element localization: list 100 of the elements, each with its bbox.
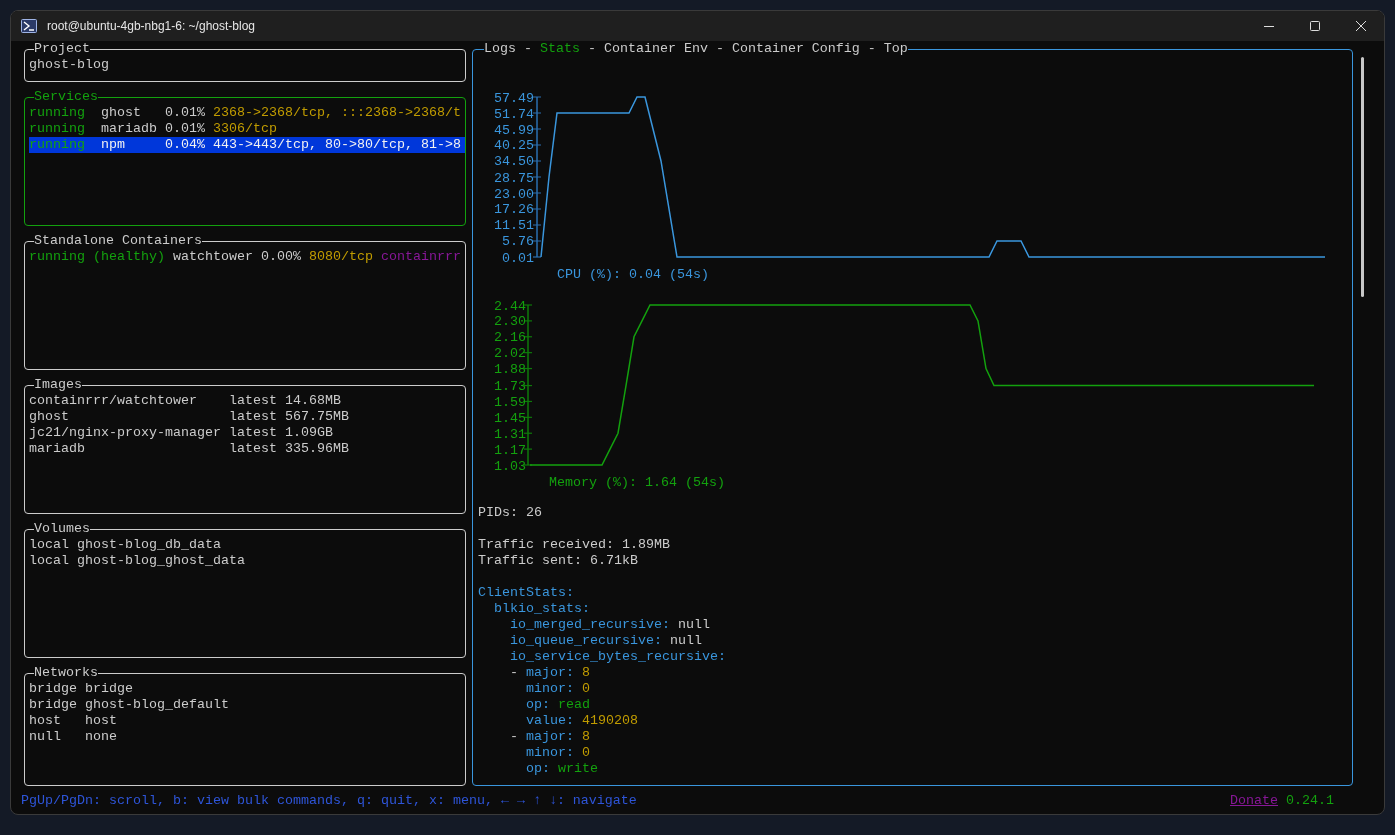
status-text: running (healthy) [29,249,165,265]
image-size: 14.68MB [284,393,341,409]
yaml-key: major: [525,665,574,681]
tick-label: 2.02 [494,346,526,362]
image-tag: latest [228,393,285,409]
network-driver: null [29,729,62,745]
yaml-value: 0 [581,681,590,697]
image-tag: latest [228,441,285,457]
status-text: running [29,121,86,137]
yaml-key: value: [525,713,574,729]
network-name: host [85,713,117,729]
key-hints: PgUp/PgDn: scroll, b: view bulk commands, q: quit, x: menu, ← → ↑ ↓: navigate [21,793,637,809]
status-text: running [29,105,86,121]
minimize-icon [1264,25,1274,27]
tick-label: 51.74 [494,106,534,122]
yaml-key: op: [525,697,550,713]
tick-label: 34.50 [494,154,534,170]
yaml-value: write [557,761,598,777]
image-name: ghost [29,409,70,425]
tick-label: 1.03 [494,458,526,474]
tick-label: 1.59 [494,394,526,410]
project-name: ghost-blog [29,57,110,73]
image-size: 1.09GB [284,425,333,441]
image-name: jc21/nginx-proxy-manager [29,425,222,441]
cpu-usage: 0.00% [260,249,301,265]
port-list: 8080/tcp [308,249,373,265]
yaml-value: read [557,697,590,713]
service-name: ghost [100,105,142,121]
list-marker: - [510,665,519,681]
image-tag: latest [228,425,285,441]
panel-title: Project [34,41,90,57]
cpu-usage: 0.01% [164,105,206,121]
yaml-key: minor: [525,681,574,697]
service-row[interactable]: running ghost 0.01% 2368->2368/tcp, :::2368->2368/t [29,105,465,121]
service-row[interactable]: running npm 0.04% 443->443/tcp, 80->80/tcp, 81->8 [29,137,465,153]
yaml-key: ClientStats: [478,585,574,601]
version-text: 0.24.1 [1286,793,1334,809]
yaml-key: blkio_stats: [494,601,590,617]
volume-driver: local [29,537,70,553]
network-driver: host [29,713,62,729]
tick-label: 2.16 [494,330,526,346]
tick-label: 1.17 [494,442,526,458]
volume-driver: local [29,553,70,569]
tab-separator: - [867,41,876,57]
image-tag: latest [228,409,285,425]
yaml-value: 4190208 [581,713,638,729]
tick-label: 2.30 [494,314,526,330]
tick-label: 45.99 [494,122,534,138]
yaml-value: 0 [581,745,590,761]
tab[interactable]: Container Config [731,41,860,57]
network-name: ghost-blog_default [85,697,229,713]
tick-label: 0.01 [502,250,534,266]
volume-name: ghost-blog_ghost_data [77,553,245,569]
service-name: npm [100,137,126,153]
cpu-usage: 0.01% [164,121,206,137]
scrollbar-thumb[interactable] [1361,57,1364,297]
yaml-key: major: [525,729,574,745]
port-list: 443->443/tcp, 80->80/tcp, 81->8 [212,137,461,153]
tick-label: 1.45 [494,410,526,426]
yaml-value: 8 [581,729,590,745]
window-title: root@ubuntu-4gb-nbg1-6: ~/ghost-blog [47,18,255,35]
tick-label: 28.75 [494,170,534,186]
status-text: running [29,137,86,153]
service-name: mariadb [100,121,158,137]
volume-name: ghost-blog_db_data [77,537,221,553]
yaml-key: minor: [525,745,574,761]
service-row[interactable]: running mariadb 0.01% 3306/tcp [29,121,465,137]
chart-title: CPU (%): 0.04 (54s) [557,266,709,281]
network-name: none [85,729,117,745]
yaml-key: io_service_bytes_recursive: [510,649,726,665]
stat-text: PIDs: 26 [478,505,542,521]
yaml-key: io_queue_recursive: [510,633,662,649]
port-list: 3306/tcp [212,121,277,137]
yaml-value: null [677,617,710,633]
yaml-key: op: [525,761,550,777]
stat-text: Traffic received: 1.89MB [478,537,670,553]
tab[interactable]: Container Env [603,41,708,57]
yaml-key: io_merged_recursive: [510,617,670,633]
maximize-icon [1310,21,1320,31]
tab[interactable]: Logs [484,41,516,57]
image-name: mariadb [29,441,86,457]
terminal-icon [21,19,37,33]
cpu-usage: 0.04% [164,137,206,153]
tick-label: 5.76 [502,234,534,250]
network-driver: bridge [29,697,78,713]
tab[interactable]: Stats [539,41,580,57]
tick-label: 23.00 [494,186,534,202]
close-icon [1356,21,1366,31]
tick-label: 1.73 [494,379,526,395]
panel-title: Images [34,377,82,393]
chart-title: Memory (%): 1.64 (54s) [549,474,725,489]
tab[interactable]: Top [883,41,908,57]
tick-label: 2.44 [494,298,526,314]
yaml-value: null [669,633,702,649]
tick-label: 1.31 [494,426,526,442]
network-driver: bridge [29,681,78,697]
list-marker: - [510,729,519,745]
tick-label: 57.49 [494,90,534,106]
tick-label: 17.26 [494,202,534,218]
tick-label: 40.25 [494,138,534,154]
